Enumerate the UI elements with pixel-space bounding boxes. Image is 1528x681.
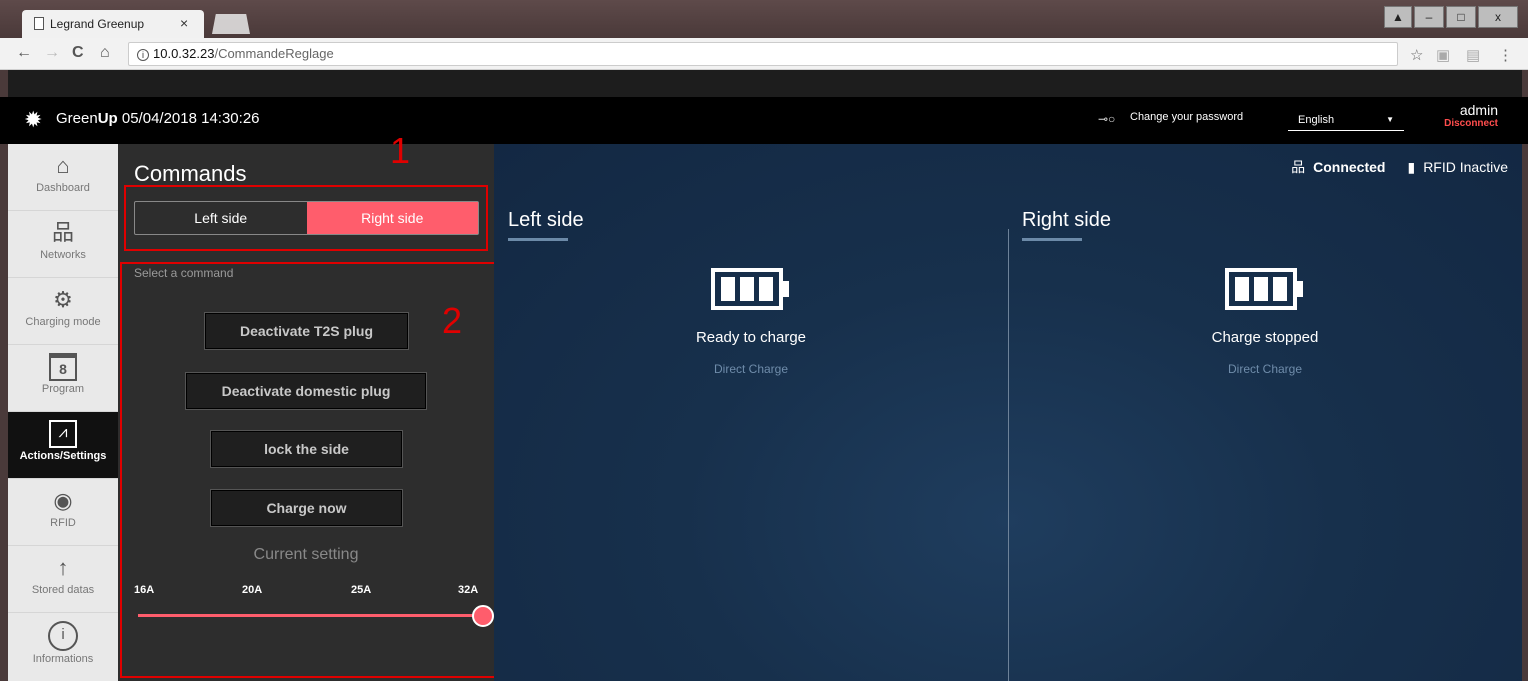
new-tab-button[interactable] <box>212 14 250 34</box>
left-side-state: Ready to charge <box>695 329 807 346</box>
right-side-panel: Right side Charge stopped Direct Charge <box>1008 144 1522 681</box>
left-side-panel: Left side Ready to charge Direct Charge <box>494 144 1008 681</box>
back-arrow-icon[interactable]: ← <box>16 44 32 62</box>
annotation-number-1: 1 <box>390 130 411 171</box>
browser-tab[interactable]: Legrand Greenup × <box>22 10 204 38</box>
cast-icon[interactable]: ▤ <box>1466 46 1480 64</box>
commands-title: Commands <box>134 161 247 186</box>
chevron-down-icon: ▼ <box>1386 115 1394 124</box>
reload-icon[interactable]: C <box>72 44 84 62</box>
sidebar-item-networks[interactable]: 品 Networks <box>8 211 118 278</box>
right-side-state: Charge stopped <box>1211 329 1319 346</box>
sidebar-item-label: Program <box>41 383 85 395</box>
sidebar-item-label: Informations <box>32 653 94 665</box>
annotation-box-1 <box>124 185 488 251</box>
calendar-icon: 8 <box>49 353 77 381</box>
battery-icon <box>1225 268 1303 310</box>
window-close-button[interactable]: x <box>1478 6 1518 28</box>
brand-title: GreenUp 05/04/2018 14:30:26 <box>56 110 260 127</box>
home-icon: ⌂ <box>56 153 70 178</box>
left-side-mode: Direct Charge <box>713 362 789 376</box>
language-value: English <box>1298 114 1335 126</box>
sidebar-item-rfid[interactable]: ◉ RFID <box>8 479 118 546</box>
window-restore-icon[interactable]: ▲ <box>1384 6 1412 28</box>
url-host: 10.0.32.23 <box>153 46 215 61</box>
right-side-underline <box>1022 238 1082 241</box>
settings-gear-icon[interactable]: ✹ <box>24 107 42 133</box>
sidebar-item-actions-settings[interactable]: ⩘ Actions/Settings <box>8 412 118 479</box>
username: admin <box>1459 102 1498 118</box>
sidebar-item-program[interactable]: 8 Program <box>8 345 118 412</box>
main-content: 品 Connected ▮ RFID Inactive Left side Re… <box>494 144 1522 681</box>
sidebar: ⌂ Dashboard 品 Networks ⚙ Charging mode 8… <box>8 144 118 681</box>
sidebar-item-dashboard[interactable]: ⌂ Dashboard <box>8 144 118 211</box>
sidebar-item-label: Networks <box>40 249 86 261</box>
tab-title: Legrand Greenup <box>50 17 145 31</box>
info-icon[interactable]: i <box>137 49 149 61</box>
home-icon[interactable]: ⌂ <box>100 44 110 62</box>
url-path: /CommandeReglage <box>214 46 334 61</box>
key-icon: ⊸○ <box>1098 112 1116 126</box>
left-side-underline <box>508 238 568 241</box>
upload-icon: ↑ <box>57 555 69 580</box>
brand-prefix: Green <box>56 110 98 127</box>
right-side-title: Right side <box>1022 209 1111 231</box>
sidebar-item-informations[interactable]: i Informations <box>8 613 118 680</box>
network-icon: 品 <box>51 220 74 245</box>
sidebar-item-label: Charging mode <box>25 316 101 328</box>
sidebar-item-charging-mode[interactable]: ⚙ Charging mode <box>8 278 118 345</box>
sidebar-item-label: RFID <box>50 517 76 529</box>
left-side-title: Left side <box>508 209 584 231</box>
extension-icon[interactable]: ▣ <box>1436 46 1450 64</box>
window-maximize-button[interactable]: □ <box>1446 6 1476 28</box>
browser-titlebar: Legrand Greenup × ▲ – □ x <box>0 0 1528 38</box>
menu-icon[interactable]: ⋮ <box>1498 46 1513 64</box>
tab-close-icon[interactable]: × <box>180 15 188 31</box>
address-bar: ← → C ⌂ i 10.0.32.23/CommandeReglage ☆ ▣ … <box>0 38 1528 70</box>
window-minimize-button[interactable]: – <box>1414 6 1444 28</box>
disconnect-link[interactable]: Disconnect <box>1444 118 1498 129</box>
sidebar-item-label: Stored datas <box>31 584 95 596</box>
info-icon: i <box>48 621 78 651</box>
language-select[interactable]: English ▼ <box>1288 109 1404 131</box>
right-side-mode: Direct Charge <box>1227 362 1303 376</box>
annotation-number-2: 2 <box>442 300 463 341</box>
change-password-link[interactable]: Change your password <box>1130 111 1243 123</box>
brand-bold: Up <box>97 110 118 127</box>
star-icon[interactable]: ☆ <box>1410 46 1423 64</box>
sidebar-item-label: Actions/Settings <box>19 450 107 462</box>
app-header: ✹ GreenUp 05/04/2018 14:30:26 ⊸○ Change … <box>0 71 1528 144</box>
forward-arrow-icon[interactable]: → <box>44 44 60 62</box>
header-datetime: 05/04/2018 14:30:26 <box>121 110 260 127</box>
page-icon <box>34 17 44 30</box>
battery-icon <box>711 268 789 310</box>
gear-icon: ⚙ <box>53 287 73 312</box>
user-block: admin Disconnect <box>1444 102 1498 129</box>
url-field[interactable]: i 10.0.32.23/CommandeReglage <box>128 42 1398 66</box>
sidebar-item-label: Dashboard <box>36 182 90 194</box>
rfid-icon: ◉ <box>53 488 73 513</box>
window-controls: ▲ – □ x <box>1384 6 1518 28</box>
sidebar-item-stored-datas[interactable]: ↑ Stored datas <box>8 546 118 613</box>
clipboard-pulse-icon: ⩘ <box>49 420 77 448</box>
